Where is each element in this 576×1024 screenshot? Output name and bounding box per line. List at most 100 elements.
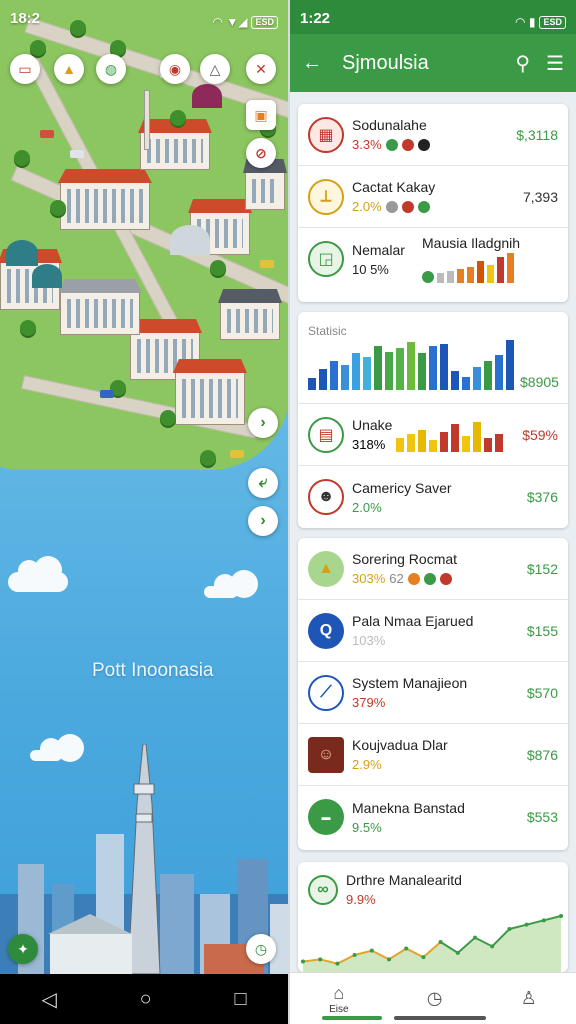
statistics-bar (374, 345, 382, 390)
item-percent: 303% (352, 571, 386, 586)
list-item[interactable]: ▦ Sodunalahe 3.3% $,3118 (298, 104, 568, 166)
signal-icon: ▮ (528, 15, 536, 29)
list-item[interactable]: Q Pala Nmaa Ejarued 103% $155 (298, 600, 568, 662)
summary-card: ▦ Sodunalahe 3.3% $,3118 ⟂ Cactat Kakay … (298, 104, 568, 302)
status-dot (385, 200, 398, 213)
page-title: Sjmoulsia (342, 51, 429, 74)
system-nav-bar: ◁ ○ □ (0, 974, 288, 1024)
trend-area (303, 916, 561, 972)
trend-point (438, 940, 443, 944)
gift-button[interactable]: ✦ (8, 934, 38, 964)
item-name: Sorering Rocmat (352, 551, 458, 567)
route-button[interactable]: ⤶ (248, 468, 278, 498)
cloud (204, 570, 258, 598)
back-arrow-icon[interactable]: ← (302, 52, 322, 75)
badge-icon: ▬ (308, 799, 344, 835)
home-nav-button[interactable]: ○ (140, 988, 152, 1011)
category-button-3[interactable]: ◍ (96, 54, 126, 84)
item-name: Drthre Manalearitd (346, 872, 462, 888)
status-dot (417, 200, 430, 213)
category-button-8[interactable]: ⊘ (246, 138, 276, 168)
item-name: Unake (352, 417, 393, 433)
item-percent: 103% (352, 633, 386, 648)
recent-nav-button[interactable]: □ (234, 988, 246, 1011)
mini-bar-chart (422, 253, 558, 283)
list-item[interactable]: ⟋ System Manajieon 379% $570 (298, 662, 568, 724)
trend-point (318, 957, 323, 962)
item-name: Sodunalahe (352, 117, 427, 133)
category-button-2[interactable]: ▲ (54, 54, 84, 84)
trend-point (369, 948, 374, 953)
trend-point (352, 953, 357, 957)
trend-point (524, 922, 529, 927)
list-item[interactable]: ☺ Koujvadua Dlar 2.9% $876 (298, 724, 568, 786)
item-value: $570 (526, 684, 558, 701)
category-button-5[interactable]: △ (200, 54, 230, 84)
trend-point (387, 957, 391, 962)
back-nav-button[interactable]: ◁ (41, 987, 56, 1012)
statistics-bar (418, 353, 426, 390)
nav-history[interactable]: ◷ (427, 988, 443, 1009)
next-button-2[interactable]: › (248, 506, 278, 536)
trend-point (335, 961, 340, 966)
ban-icon: ⊘ (255, 144, 267, 161)
bottom-nav: ⌂ Eise ◷ ♙ (290, 972, 576, 1024)
trend-card[interactable]: ∞ Drthre Manalearitd 9.9% (298, 862, 568, 972)
trend-point (404, 946, 409, 951)
statistics-bar (396, 347, 404, 390)
clock-icon: ◷ (426, 988, 443, 1008)
item-value: $155 (526, 622, 558, 639)
category-button-6[interactable]: ✕ (246, 54, 276, 84)
trend-point (301, 959, 305, 964)
island-map[interactable] (0, 0, 288, 470)
link-icon: ∞ (308, 874, 338, 905)
route-icon: ⤶ (258, 474, 268, 491)
item-name: Pala Nmaa Ejarued (352, 613, 474, 629)
statistics-bar (462, 376, 470, 390)
list-item[interactable]: ⟂ Cactat Kakay 2.0% 7,393 (298, 166, 568, 228)
compass-icon: ⟋ (308, 674, 344, 711)
chevron-right-icon: › (260, 414, 266, 431)
item-name: Koujvadua Dlar (352, 737, 448, 753)
clock-icon: ◷ (254, 940, 268, 957)
list-screen: 1:22 ◠ ▮ ESD ← Sjmoulsia ⚲ ☰ ▦ Sodunalah… (288, 0, 576, 1024)
statistics-bar (495, 355, 503, 390)
item-name: Nemalar (352, 241, 405, 258)
section-label: Statisic (308, 324, 347, 338)
list-item[interactable]: ▲ Sorering Rocmat 303% 62 $152 (298, 538, 568, 600)
search-icon[interactable]: ⚲ (515, 51, 530, 76)
statistics-bar (506, 340, 514, 390)
statistics-chart-row[interactable]: Statisic $8905 (298, 312, 568, 404)
statistics-bar (407, 341, 415, 390)
statistics-bar (473, 366, 481, 390)
menu-icon[interactable]: ☰ (546, 51, 564, 76)
item-value: $553 (526, 809, 558, 825)
item-value: $376 (526, 489, 558, 505)
item-percent: 3.3% (352, 137, 382, 152)
list-item[interactable]: ◲ Nemalar 10 5% Mausia Iladgnih (298, 228, 568, 290)
category-button-1[interactable]: ▭ (10, 54, 40, 84)
clock-button[interactable]: ◷ (246, 934, 276, 964)
category-button-4[interactable]: ◉ (160, 54, 190, 84)
statistics-bar (440, 343, 448, 390)
items-card: ▲ Sorering Rocmat 303% 62 $152 Q Pala Nm… (298, 538, 568, 850)
wifi-icon: ◠ (213, 15, 223, 29)
item-extra: 62 (389, 571, 404, 586)
item-percent: 9.9% (346, 892, 376, 907)
warning-icon: △ (209, 60, 221, 77)
signal-icon: ▼◢ (226, 15, 248, 29)
statistics-bar (330, 361, 338, 390)
list-item[interactable]: ▬ Manekna Banstad 9.5% $553 (298, 786, 568, 848)
nav-home[interactable]: ⌂ Eise (329, 983, 348, 1015)
search-circle-icon: Q (308, 612, 344, 649)
battery-icon: ESD (251, 15, 278, 29)
category-button-7[interactable]: ▣ (246, 100, 276, 130)
trend-point (490, 944, 495, 949)
flag-icon: ▦ (308, 116, 344, 153)
app-bar: ← Sjmoulsia ⚲ ☰ (290, 34, 576, 92)
list-item[interactable]: ☻ Camericy Saver 2.0% $376 (298, 466, 568, 528)
list-item[interactable]: ▤ Unake 318% $59% (298, 404, 568, 466)
next-button-1[interactable]: › (248, 408, 278, 438)
statistics-bar (363, 357, 371, 390)
nav-profile[interactable]: ♙ (521, 988, 537, 1009)
